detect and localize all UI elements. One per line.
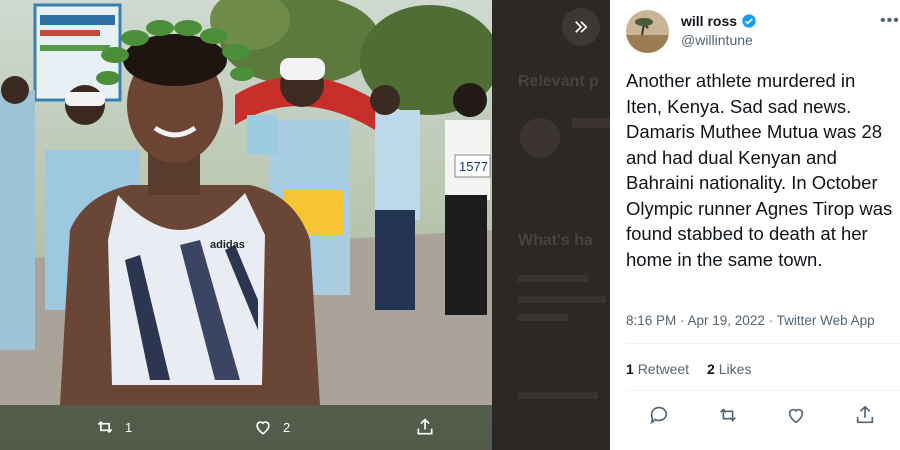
tweet-timestamp[interactable]: 8:16 PM · Apr 19, 2022 · Twitter Web App: [626, 313, 875, 328]
tweet-photo[interactable]: 1577 adidas: [0, 0, 492, 450]
collapse-panel-button[interactable]: [562, 8, 600, 46]
ghost-line: [518, 314, 568, 321]
divider: [626, 343, 900, 344]
photo-illustration: 1577 adidas: [0, 0, 492, 450]
more-options-icon[interactable]: •••: [880, 12, 900, 30]
tweet-stats: 1 Retweet 2 Likes: [626, 361, 751, 377]
photo-share-button[interactable]: [415, 410, 435, 444]
photo-retweet-button[interactable]: 1: [95, 410, 132, 444]
ghost-line: [518, 296, 606, 303]
retweet-stat[interactable]: 1 Retweet: [626, 361, 689, 377]
share-icon: [417, 418, 433, 435]
ghost-avatar: [520, 118, 560, 158]
heart-icon[interactable]: [785, 404, 807, 426]
retweet-icon[interactable]: [717, 404, 739, 426]
avatar-image: [626, 10, 669, 53]
tweet-panel: will ross @willintune ••• Another athlet…: [610, 0, 900, 450]
like-label: Likes: [718, 361, 752, 377]
retweet-label: Retweet: [637, 361, 690, 377]
sponsor-logo: adidas: [210, 239, 245, 251]
ghost-line: [518, 392, 598, 399]
author-name[interactable]: will ross: [681, 13, 757, 29]
like-count: 2: [707, 361, 715, 377]
verified-badge-icon: [742, 14, 756, 28]
ghost-line: [572, 118, 610, 128]
like-stat[interactable]: 2 Likes: [707, 361, 751, 377]
ghost-heading-relevant: Relevant p: [518, 73, 599, 90]
author-handle[interactable]: @willintune: [681, 32, 753, 48]
avatar[interactable]: [626, 10, 669, 53]
retweet-count: 1: [626, 361, 634, 377]
heart-icon: [256, 421, 270, 435]
retweet-icon: [97, 420, 113, 434]
photo-retweet-count: 1: [125, 419, 133, 435]
double-chevron-right-icon: [575, 21, 588, 33]
reply-icon[interactable]: [648, 404, 670, 426]
dimmed-sidebar: Relevant p What's ha: [492, 0, 610, 450]
photo-like-button[interactable]: 2: [253, 410, 290, 444]
author-name-text: will ross: [681, 13, 738, 29]
divider: [626, 390, 900, 391]
share-icon[interactable]: [854, 404, 876, 426]
photo-like-count: 2: [283, 419, 291, 435]
bib-number: 1577: [459, 159, 488, 174]
ghost-heading-whats: What's ha: [518, 232, 593, 249]
tweet-text: Another athlete murdered in Iten, Kenya.…: [626, 70, 893, 270]
ghost-line: [518, 275, 588, 282]
